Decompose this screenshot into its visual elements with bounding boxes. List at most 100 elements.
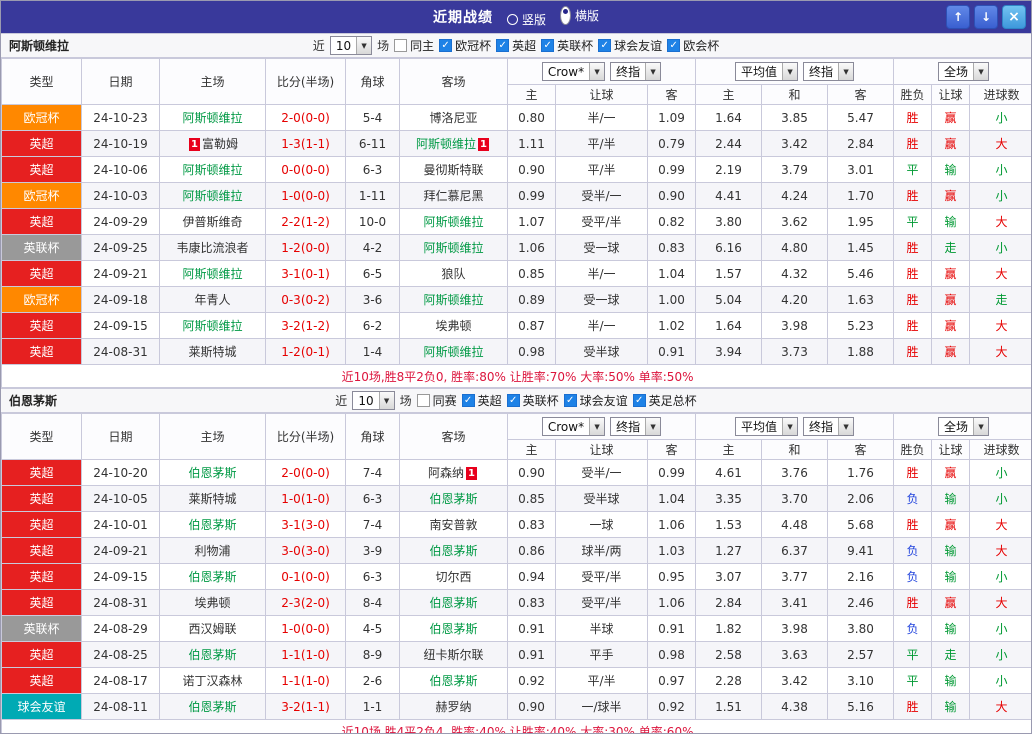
result-winloss: 胜 — [893, 511, 933, 538]
result-handicap: 赢 — [931, 312, 971, 339]
scope-select[interactable]: 全场 ▼ — [938, 417, 990, 436]
away-team: 阿斯顿维拉 — [399, 234, 508, 261]
match-date: 24-08-11 — [81, 693, 160, 720]
score-halftime: 2-2(1-2) — [265, 208, 346, 235]
odds-company-select[interactable]: Crow* ▼ — [541, 417, 606, 436]
competition-badge: 英超 — [1, 156, 82, 183]
away-team: 伯恩茅斯 — [399, 485, 508, 512]
handicap-line: 平/半 — [555, 130, 648, 157]
result-goals: 小 — [969, 182, 1031, 209]
chevron-down-icon: ▼ — [973, 418, 989, 435]
move-down-button[interactable]: ↓ — [974, 5, 998, 29]
col-goals-result: 进球数 — [969, 439, 1031, 460]
match-count-select[interactable]: 10 ▼ — [352, 391, 395, 410]
competition-filter[interactable]: ✓ 球会友谊 — [598, 37, 662, 54]
away-team: 阿森纳 1 — [399, 459, 508, 486]
match-date: 24-10-19 — [81, 130, 160, 157]
match-date: 24-10-03 — [81, 182, 160, 209]
odds-stage-select[interactable]: 终指 ▼ — [610, 417, 662, 436]
avg-stage-select[interactable]: 终指 ▼ — [803, 62, 855, 81]
avg-draw-odds: 4.80 — [761, 234, 828, 261]
away-team: 阿斯顿维拉 — [399, 286, 508, 313]
handicap-line: 平/半 — [555, 667, 648, 694]
competition-badge: 英超 — [1, 485, 82, 512]
home-team: 伯恩茅斯 — [159, 511, 266, 538]
match-date: 24-10-23 — [81, 104, 160, 131]
team-section: 阿斯顿维拉近 10 ▼ 场同主 ✓ 欧冠杯 ✓ 英超 ✓ 英联杯 ✓ 球会友谊 ✓ 欧会杯 类型 日期 主场 比分… — [1, 33, 1031, 388]
corner-score: 1-4 — [345, 338, 400, 365]
competition-filter[interactable]: ✓ 英联杯 — [506, 392, 559, 409]
col-odds-away: 客 — [647, 439, 696, 460]
avg-away-odds: 1.88 — [826, 338, 895, 365]
checkbox-checked-icon: ✓ — [506, 394, 520, 407]
match-date: 24-08-31 — [81, 589, 160, 616]
away-team: 伯恩茅斯 — [399, 589, 508, 616]
avg-draw-odds: 3.79 — [761, 156, 828, 183]
result-handicap: 赢 — [931, 459, 971, 486]
competition-badge: 英超 — [1, 667, 82, 694]
handicap-away-odds: 1.04 — [647, 260, 696, 287]
header-select-row: 类型 日期 主场 比分(半场) 角球 客场 Crow* ▼ 终指 ▼ 平均值 ▼ 终指 ▼ 全场 ▼ — [1, 58, 1031, 105]
col-result: 胜负 — [893, 439, 933, 460]
result-goals: 小 — [969, 563, 1031, 590]
competition-badge: 英超 — [1, 511, 82, 538]
odds-company-select[interactable]: Crow* ▼ — [541, 62, 606, 81]
odds-stage-select[interactable]: 终指 ▼ — [610, 62, 662, 81]
competition-filter[interactable]: ✓ 英超 — [461, 392, 502, 409]
home-team: 年青人 — [159, 286, 266, 313]
competition-filter[interactable]: ✓ 球会友谊 — [563, 392, 628, 409]
corner-score: 7-4 — [345, 459, 400, 486]
competition-filter[interactable]: ✓ 欧冠杯 — [439, 37, 491, 54]
col-score: 比分(半场) — [265, 58, 346, 105]
checkbox-unchecked-icon — [394, 39, 408, 52]
same-venue-checkbox[interactable]: 同赛 — [416, 392, 457, 409]
away-team: 伯恩茅斯 — [399, 615, 508, 642]
home-team: 阿斯顿维拉 — [159, 182, 266, 209]
odds-select-group: Crow* ▼ 终指 ▼ — [507, 413, 696, 440]
competition-filter[interactable]: ✓ 欧会杯 — [667, 37, 719, 54]
result-handicap: 输 — [931, 563, 971, 590]
col-date: 日期 — [81, 58, 160, 105]
team-name: 伯恩茅斯 — [9, 394, 58, 408]
match-count-select[interactable]: 10 ▼ — [329, 36, 373, 55]
result-goals: 小 — [969, 234, 1031, 261]
match-date: 24-09-18 — [81, 286, 160, 313]
avg-away-odds: 2.46 — [826, 589, 895, 616]
avg-source-select[interactable]: 平均值 ▼ — [735, 62, 799, 81]
result-goals: 小 — [969, 641, 1031, 668]
col-handicap-result: 让球 — [931, 84, 971, 105]
avg-stage-select[interactable]: 终指 ▼ — [803, 417, 855, 436]
handicap-away-odds: 0.90 — [647, 182, 696, 209]
competition-filter[interactable]: ✓ 英足总杯 — [632, 392, 697, 409]
scope-select[interactable]: 全场 ▼ — [938, 62, 990, 81]
team-section: 伯恩茅斯近 10 ▼ 场同赛 ✓ 英超 ✓ 英联杯 ✓ 球会友谊 ✓ 英足总杯 类型 日期 主场 比分(半场)… — [1, 388, 1031, 733]
title-group: 近期战绩 竖版 横版 — [433, 6, 599, 28]
avg-source-select[interactable]: 平均值 ▼ — [735, 417, 799, 436]
avg-draw-odds: 3.77 — [761, 563, 828, 590]
competition-filter[interactable]: ✓ 英超 — [496, 37, 536, 54]
avg-home-odds: 1.64 — [695, 312, 762, 339]
home-team: 伯恩茅斯 — [159, 459, 266, 486]
result-handicap: 赢 — [931, 260, 971, 287]
competition-badge: 英超 — [1, 589, 82, 616]
close-button[interactable]: × — [1002, 5, 1026, 29]
col-odds-home: 主 — [507, 439, 556, 460]
layout-radio-group: 竖版 横版 — [493, 6, 599, 28]
avg-away-odds: 3.01 — [826, 156, 895, 183]
header-select-row: 类型 日期 主场 比分(半场) 角球 客场 Crow* ▼ 终指 ▼ 平均值 ▼ 终指 ▼ 全场 ▼ — [1, 413, 1031, 460]
avg-away-odds: 5.68 — [826, 511, 895, 538]
competition-filter[interactable]: ✓ 英联杯 — [541, 37, 593, 54]
handicap-line: 平手 — [555, 641, 648, 668]
competition-badge: 欧冠杯 — [1, 182, 82, 209]
handicap-home-odds: 0.91 — [507, 615, 556, 642]
same-venue-checkbox[interactable]: 同主 — [394, 37, 434, 54]
away-team: 埃弗顿 — [399, 312, 508, 339]
avg-draw-odds: 3.98 — [761, 615, 828, 642]
move-up-button[interactable]: ↑ — [946, 5, 970, 29]
col-goals-result: 进球数 — [969, 84, 1031, 105]
radio-vertical-layout[interactable]: 竖版 — [506, 11, 546, 28]
avg-away-odds: 9.41 — [826, 537, 895, 564]
radio-horizontal-layout[interactable]: 横版 — [560, 6, 599, 25]
away-team: 南安普敦 — [399, 511, 508, 538]
handicap-line: 受平/半 — [555, 589, 648, 616]
